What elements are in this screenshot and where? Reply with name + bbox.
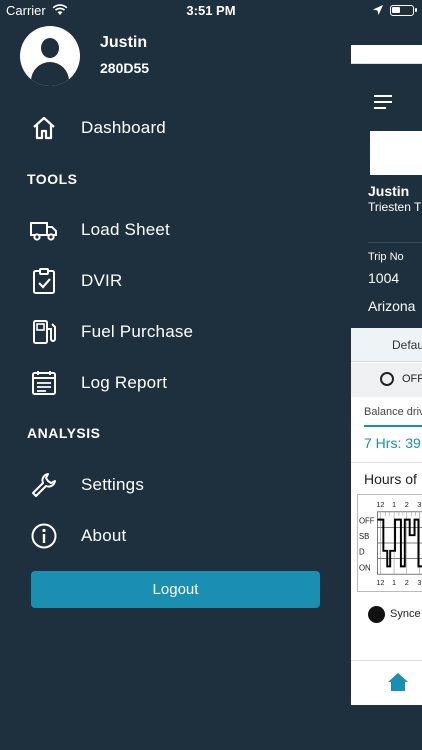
- status-bar: Carrier 3:51 PM: [0, 0, 422, 22]
- menu-item-settings[interactable]: Settings: [0, 463, 340, 507]
- home-icon: [33, 116, 55, 140]
- log-hour-label: 1: [392, 500, 396, 509]
- hours-of-service-title: Hours of: [364, 471, 417, 487]
- log-row-label: SB: [359, 532, 369, 541]
- menu-label-settings: Settings: [81, 475, 145, 494]
- off-duty-label: OFF: [402, 373, 422, 385]
- log-hour-label: 12: [376, 578, 384, 587]
- off-duty-radio[interactable]: [380, 372, 394, 386]
- log-hour-label: 2: [405, 500, 409, 509]
- log-hour-label: 2: [405, 578, 409, 587]
- menu-label-fuel-purchase: Fuel Purchase: [81, 322, 194, 341]
- avatar: [20, 26, 80, 86]
- menu-item-fuel-purchase[interactable]: Fuel Purchase: [0, 310, 340, 354]
- balance-value: 7 Hrs: 39: [364, 435, 421, 451]
- battery-icon: [390, 5, 417, 16]
- duty-status-selector[interactable]: OFF: [351, 363, 422, 397]
- section-analysis: ANALYSIS: [27, 425, 101, 441]
- report-icon: [32, 371, 56, 395]
- menu-item-dvir[interactable]: DVIR: [0, 259, 340, 303]
- wrench-icon: [32, 473, 56, 497]
- location-arrow-icon: [373, 5, 383, 15]
- hamburger-menu-icon[interactable]: [374, 95, 392, 109]
- section-tools: TOOLS: [27, 171, 78, 187]
- trip-number: 1004: [368, 270, 400, 286]
- trip-location: Arizona: [368, 298, 416, 314]
- profile-code: 280D55: [100, 60, 150, 76]
- log-row-label: OFF: [359, 517, 375, 526]
- company-name: Triesten T: [368, 200, 422, 214]
- menu-item-load-sheet[interactable]: Load Sheet: [0, 208, 340, 252]
- clipboard-check-icon: [33, 268, 55, 294]
- menu-item-about[interactable]: About: [0, 514, 340, 558]
- background-dashboard-panel[interactable]: Justin Triesten T Trip No 1004 Arizona D…: [351, 45, 422, 705]
- log-hour-label: 3: [417, 500, 421, 509]
- home-tab-icon[interactable]: [387, 671, 409, 693]
- menu-label-dashboard: Dashboard: [81, 118, 166, 137]
- menu-label-about: About: [81, 526, 127, 545]
- dashboard-header: Justin Triesten T Trip No 1004 Arizona: [351, 64, 422, 328]
- bottom-tab-bar: [351, 660, 422, 705]
- log-hour-label: 1: [392, 578, 396, 587]
- menu-label-load-sheet: Load Sheet: [81, 220, 170, 239]
- log-row-label: ON: [359, 563, 371, 572]
- truck-icon: [30, 222, 57, 241]
- tab-default-label: Defau: [392, 338, 422, 352]
- menu-label-dvir: DVIR: [81, 271, 123, 290]
- synced-label: Synce: [390, 608, 421, 620]
- menu-label-log-report: Log Report: [81, 373, 168, 392]
- driver-name: Justin: [368, 183, 410, 199]
- log-hour-label: 12: [376, 500, 384, 509]
- trip-label: Trip No: [368, 251, 404, 263]
- profile-name: Justin: [100, 34, 148, 51]
- synced-status-dot: [368, 606, 385, 623]
- balance-label: Balance driv: [364, 406, 422, 418]
- log-hour-label: 3: [417, 578, 421, 587]
- log-row-label: D: [359, 548, 365, 557]
- menu-item-dashboard[interactable]: Dashboard: [0, 106, 340, 150]
- log-graph: 12 1 2 3 OFF SB D ON 12 1 2 3: [357, 494, 422, 592]
- logo-placeholder: [370, 131, 422, 175]
- menu-item-log-report[interactable]: Log Report: [0, 361, 340, 405]
- tab-default[interactable]: Defau: [351, 328, 422, 362]
- info-icon: [31, 523, 57, 549]
- clock: 3:51 PM: [186, 3, 236, 18]
- logout-button[interactable]: Logout: [31, 571, 320, 608]
- fuel-pump-icon: [33, 320, 56, 344]
